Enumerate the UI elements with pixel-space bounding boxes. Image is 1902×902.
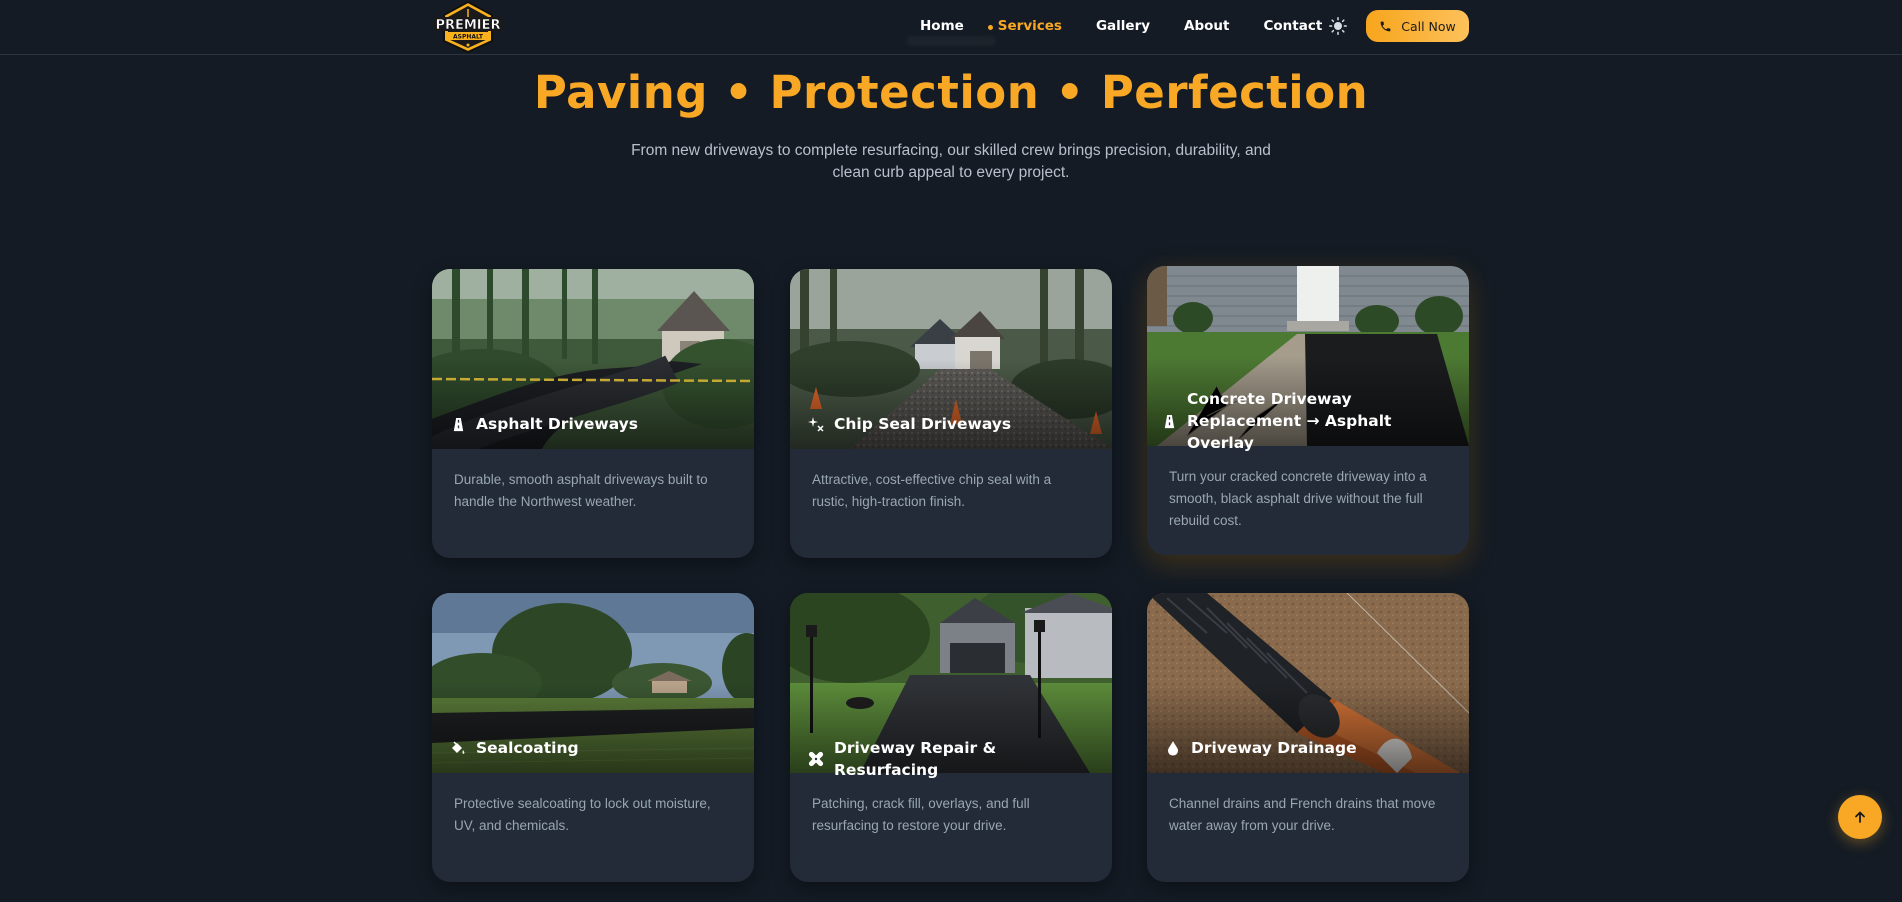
page-subtitle: From new driveways to complete resurfaci… — [631, 142, 1271, 181]
nav-services[interactable]: Services — [987, 18, 1062, 34]
service-title: Asphalt Driveways — [476, 415, 639, 433]
service-heading: Concrete Driveway Replacement → Asphalt … — [1161, 388, 1451, 454]
service-description: Channel drains and French drains that mo… — [1169, 796, 1436, 833]
page-title: Paving • Protection • Perfection — [533, 66, 1369, 119]
arrow-up-icon — [1855, 811, 1865, 823]
service-title: Driveway Drainage — [1191, 739, 1357, 757]
nav-about[interactable]: About — [1184, 18, 1229, 34]
service-card-repair-resurfacing[interactable]: Driveway Repair & Resurfacing Patching, … — [790, 593, 1112, 882]
site-header: PREMIER ASPHALT Home Services Gallery Ab… — [0, 0, 1902, 55]
svg-text:PREMIER: PREMIER — [435, 18, 500, 33]
service-title: Driveway Repair & Resurfacing — [834, 739, 997, 779]
service-card-asphalt-driveways[interactable]: Asphalt Driveways Durable, smooth asphal… — [432, 269, 754, 558]
service-heading: Driveway Drainage — [1165, 737, 1451, 759]
service-description: Protective sealcoating to lock out moist… — [454, 796, 711, 833]
service-card-sealcoating[interactable]: Sealcoating Protective sealcoating to lo… — [432, 593, 754, 882]
bandage-icon — [808, 751, 824, 767]
service-card-drainage[interactable]: Driveway Drainage Channel drains and Fre… — [1147, 593, 1469, 882]
service-description: Attractive, cost-effective chip seal wit… — [812, 472, 1052, 509]
service-heading: Asphalt Driveways — [450, 413, 736, 435]
sparkle-icon — [808, 416, 824, 432]
service-heading: Chip Seal Driveways — [808, 413, 1094, 435]
service-card-concrete-overlay[interactable]: Concrete Driveway Replacement → Asphalt … — [1147, 266, 1469, 555]
nav-gallery[interactable]: Gallery — [1096, 18, 1150, 34]
droplet-icon — [1165, 740, 1181, 756]
sun-icon — [1329, 17, 1347, 35]
back-to-top-button[interactable] — [1838, 795, 1882, 839]
service-heading: Sealcoating — [450, 737, 736, 759]
call-now-label: Call Now — [1401, 18, 1456, 34]
logo-badge-icon: PREMIER ASPHALT — [433, 1, 503, 53]
service-description: Patching, crack fill, overlays, and full… — [812, 796, 1030, 833]
site-logo[interactable]: PREMIER ASPHALT — [431, 1, 505, 53]
service-title: Concrete Driveway Replacement → Asphalt … — [1187, 390, 1392, 452]
service-title: Chip Seal Driveways — [834, 415, 1012, 433]
call-now-button[interactable]: Call Now — [1366, 10, 1469, 42]
service-description: Durable, smooth asphalt driveways built … — [454, 472, 708, 509]
svg-text:ASPHALT: ASPHALT — [453, 34, 484, 41]
nav-home[interactable]: Home — [920, 18, 964, 34]
service-description: Turn your cracked concrete driveway into… — [1169, 469, 1427, 528]
service-heading: Driveway Repair & Resurfacing — [808, 737, 1094, 781]
main-nav: Home Services Gallery About Contact — [920, 0, 1356, 52]
service-card-chip-seal[interactable]: Chip Seal Driveways Attractive, cost-eff… — [790, 269, 1112, 558]
phone-icon — [1380, 21, 1391, 31]
paint-bucket-icon — [450, 740, 466, 756]
nav-contact[interactable]: Contact — [1263, 18, 1322, 34]
service-title: Sealcoating — [476, 739, 579, 757]
theme-toggle-button[interactable] — [1327, 15, 1349, 37]
road-icon — [1161, 413, 1177, 429]
road-icon — [450, 416, 466, 432]
